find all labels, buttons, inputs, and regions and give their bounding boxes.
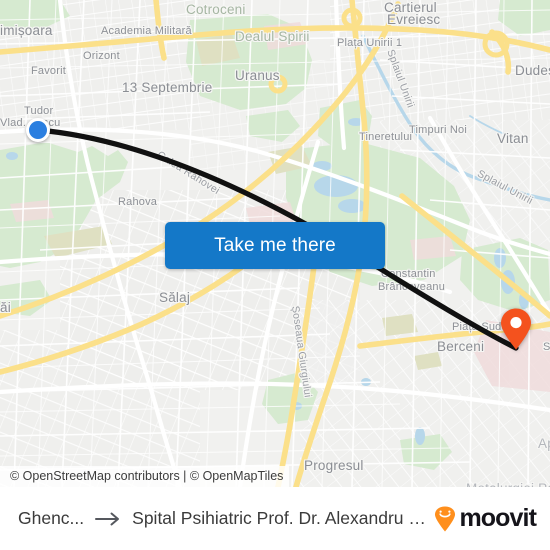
map-canvas[interactable]: Cotroceni Cartierul Evreiesc Academia Milit…: [0, 0, 550, 487]
origin-marker[interactable]: [26, 118, 50, 142]
moovit-route-card: Cotroceni Cartierul Evreiesc Academia Milit…: [0, 0, 550, 550]
moovit-wordmark: moovit: [459, 504, 536, 532]
destination-marker[interactable]: [500, 308, 532, 350]
arrow-right-icon: [95, 512, 120, 525]
trip-destination-label: Spital Psihiatric Prof. Dr. Alexandru Ob…: [132, 508, 426, 528]
trip-summary: Ghenc... Spital Psihiatric Prof. Dr. Ale…: [18, 508, 426, 529]
footer-bar: Ghenc... Spital Psihiatric Prof. Dr. Ale…: [0, 487, 550, 550]
take-me-there-button[interactable]: Take me there: [165, 222, 385, 269]
trip-origin-label: Ghenc...: [18, 508, 85, 528]
moovit-logo[interactable]: moovit: [426, 504, 537, 533]
map-attribution: © OpenStreetMap contributors | © OpenMap…: [0, 466, 290, 487]
moovit-pin-icon: [435, 506, 456, 531]
